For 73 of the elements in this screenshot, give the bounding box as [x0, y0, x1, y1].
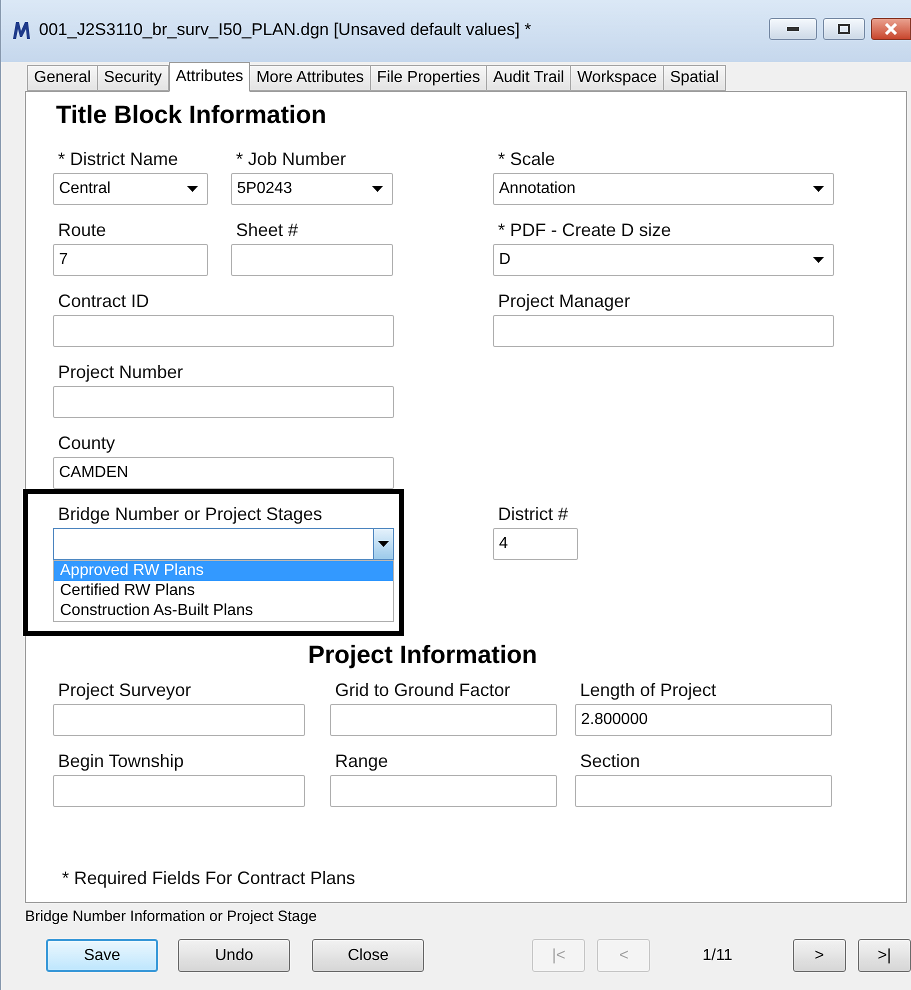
dropdown[interactable]: Central	[53, 173, 208, 205]
input-field[interactable]	[575, 775, 832, 807]
button[interactable]: Save	[46, 939, 158, 972]
field-label: Grid to Ground Factor	[334, 679, 510, 701]
button[interactable]: Undo	[178, 939, 290, 972]
field-label: * Job Number	[235, 148, 346, 170]
app-logo-icon	[11, 19, 33, 41]
tab[interactable]: File Properties	[370, 65, 488, 91]
tab[interactable]: Spatial	[662, 65, 726, 91]
input-field[interactable]	[231, 244, 393, 276]
tab[interactable]: Security	[96, 65, 169, 91]
tab[interactable]: General	[27, 65, 98, 91]
field-label: Range	[334, 750, 388, 772]
field-label: * District Name	[57, 148, 178, 170]
restore-icon	[838, 24, 850, 34]
input-field[interactable]	[330, 704, 557, 736]
field-label: Project Surveyor	[57, 679, 192, 701]
input-field[interactable]	[53, 704, 305, 736]
dropdown-value: Central	[58, 179, 112, 199]
dropdown-option[interactable]: Certified RW Plans	[54, 581, 393, 601]
window-title: 001_J2S3110_br_surv_I50_PLAN.dgn [Unsaved default values] *	[39, 19, 532, 41]
field-label: * Scale	[497, 148, 556, 170]
caret-icon	[812, 186, 824, 192]
field-label: Sheet #	[235, 219, 298, 241]
tab[interactable]: Audit Trail	[486, 65, 572, 91]
field-label: Route	[57, 219, 106, 241]
pager-button[interactable]: >	[792, 939, 846, 972]
tab[interactable]: Attributes	[168, 62, 250, 92]
caret-icon	[186, 186, 198, 192]
close-icon	[885, 23, 897, 35]
field-label: Contract ID	[57, 290, 150, 312]
input-field[interactable]	[330, 775, 557, 807]
dropdown[interactable]: Annotation	[493, 173, 834, 205]
input-field[interactable]: 2.800000	[575, 704, 832, 736]
field-label: Section	[579, 750, 640, 772]
caret-icon	[378, 541, 389, 547]
section-heading: Project Information	[308, 641, 538, 669]
dropdown[interactable]	[53, 528, 394, 560]
caret-icon	[372, 186, 382, 192]
close-button[interactable]	[871, 18, 911, 40]
input-field[interactable]	[53, 315, 394, 347]
input-field[interactable]	[53, 775, 305, 807]
field-label: Project Number	[57, 361, 184, 383]
dropdown-value: Annotation	[498, 179, 577, 199]
input-field[interactable]: 4	[493, 528, 578, 560]
tab[interactable]: Workspace	[570, 65, 664, 91]
input-field[interactable]: 7	[53, 244, 208, 276]
dropdown-option[interactable]: Construction As-Built Plans	[54, 601, 393, 621]
footnote: * Required Fields For Contract Plans	[62, 867, 356, 890]
field-label: * PDF - Create D size	[497, 219, 672, 241]
status-text: Bridge Number Information or Project Stage	[25, 907, 317, 927]
dropdown-value: D	[498, 250, 512, 270]
dropdown[interactable]: 5P0243	[231, 173, 393, 205]
input-field[interactable]	[53, 386, 394, 418]
section-heading: Title Block Information	[56, 101, 326, 129]
field-label: Begin Township	[57, 750, 184, 772]
caret-icon	[812, 257, 824, 263]
field-label: Bridge Number or Project Stages	[57, 503, 322, 525]
dropdown-value: 5P0243	[236, 179, 294, 199]
button[interactable]: Close	[312, 939, 424, 972]
page-position: 1/11	[702, 946, 734, 966]
input-field[interactable]: CAMDEN	[53, 457, 394, 489]
minimize-button[interactable]	[769, 18, 817, 40]
field-label: Length of Project	[579, 679, 716, 701]
dropdown[interactable]: D	[493, 244, 834, 276]
minimize-icon	[787, 27, 799, 31]
field-label: County	[57, 432, 116, 454]
tab[interactable]: More Attributes	[249, 65, 371, 91]
maximize-button[interactable]	[823, 18, 865, 40]
field-label: District #	[497, 503, 568, 525]
pager-button[interactable]: >|	[858, 939, 911, 972]
input-field[interactable]	[493, 315, 834, 347]
field-label: Project Manager	[497, 290, 630, 312]
